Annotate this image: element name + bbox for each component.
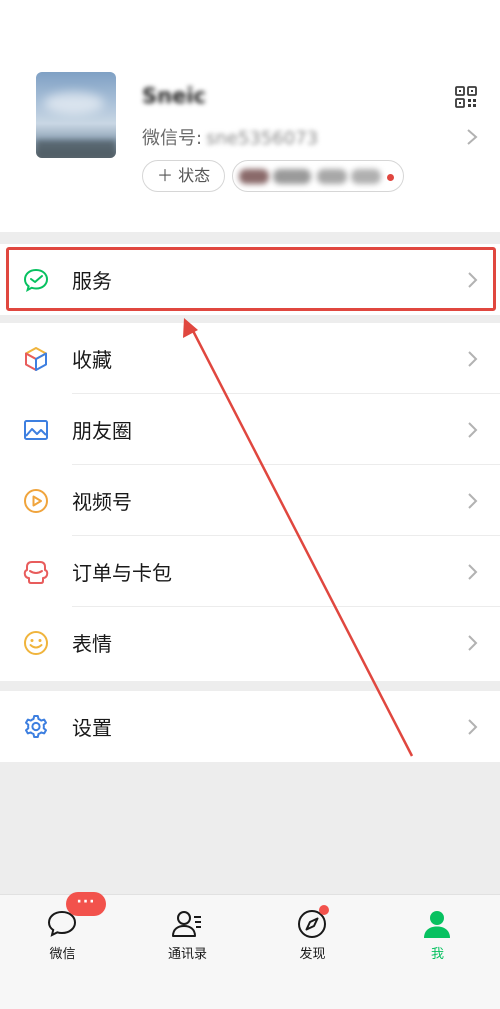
menu-item-services[interactable]: 服务	[0, 244, 500, 315]
features-section: 收藏 朋友圈 视频号 订单与卡包 表情	[0, 323, 500, 681]
menu-item-channels[interactable]: 视频号	[0, 465, 500, 536]
orders-wallet-icon	[23, 560, 49, 584]
tab-label-chats: 微信	[49, 947, 76, 962]
menu-label-channels: 视频号	[72, 490, 132, 514]
favorites-cube-icon	[25, 346, 47, 371]
menu-label-moments: 朋友圈	[72, 419, 132, 443]
chevron-right-icon	[468, 492, 478, 509]
settings-section: 设置	[0, 691, 500, 762]
tab-contacts[interactable]: 通讯录	[125, 895, 250, 995]
nickname: Sneic	[142, 84, 206, 108]
menu-label-services: 服务	[72, 269, 112, 293]
settings-gear-icon	[25, 714, 47, 738]
chevron-right-icon	[468, 634, 478, 651]
chevron-right-icon	[468, 421, 478, 438]
unread-badge: ···	[66, 892, 106, 916]
wechat-id-row: 微信号: sne5356073	[142, 124, 318, 150]
moments-image-icon	[24, 419, 48, 440]
chevron-right-icon	[468, 718, 478, 735]
chevron-right-icon	[467, 129, 478, 145]
wechat-id-value: sne5356073	[206, 128, 319, 149]
services-section: 服务	[0, 244, 500, 315]
wechat-id-label: 微信号:	[142, 128, 203, 149]
tab-me[interactable]: 我	[375, 895, 500, 995]
menu-label-settings: 设置	[72, 716, 112, 740]
menu-item-settings[interactable]: 设置	[0, 691, 500, 762]
discover-notification-dot	[319, 905, 329, 915]
qr-code-icon[interactable]	[455, 86, 477, 108]
stickers-smile-icon	[24, 630, 48, 655]
tab-label-discover: 发现	[299, 947, 326, 962]
menu-label-stickers: 表情	[72, 632, 112, 656]
menu-item-favorites[interactable]: 收藏	[0, 323, 500, 394]
friend-status-pill[interactable]	[232, 160, 404, 192]
menu-item-moments[interactable]: 朋友圈	[0, 394, 500, 465]
tab-discover[interactable]: 发现	[250, 895, 375, 995]
bottom-tab-bar: 微信 ··· 通讯录 发现 我	[0, 892, 500, 1009]
tab-label-contacts: 通讯录	[167, 947, 207, 962]
profile-header[interactable]: Sneic 微信号: sne5356073 ＋ 状态	[0, 0, 500, 232]
menu-label-orders: 订单与卡包	[72, 561, 172, 585]
contacts-person-icon	[172, 911, 201, 937]
chevron-right-icon	[468, 271, 478, 288]
menu-item-orders[interactable]: 订单与卡包	[0, 536, 500, 607]
status-button[interactable]: ＋ 状态	[142, 160, 226, 192]
services-icon	[23, 268, 49, 292]
notification-dot	[387, 174, 394, 181]
menu-label-favorites: 收藏	[72, 348, 112, 372]
chevron-right-icon	[468, 563, 478, 580]
chevron-right-icon	[468, 350, 478, 367]
tab-chats[interactable]: 微信 ···	[0, 892, 125, 995]
avatar[interactable]	[36, 72, 116, 158]
menu-item-stickers[interactable]: 表情	[0, 607, 500, 678]
me-person-icon	[424, 911, 450, 938]
channels-play-icon	[24, 488, 48, 513]
tab-label-me: 我	[430, 947, 444, 962]
